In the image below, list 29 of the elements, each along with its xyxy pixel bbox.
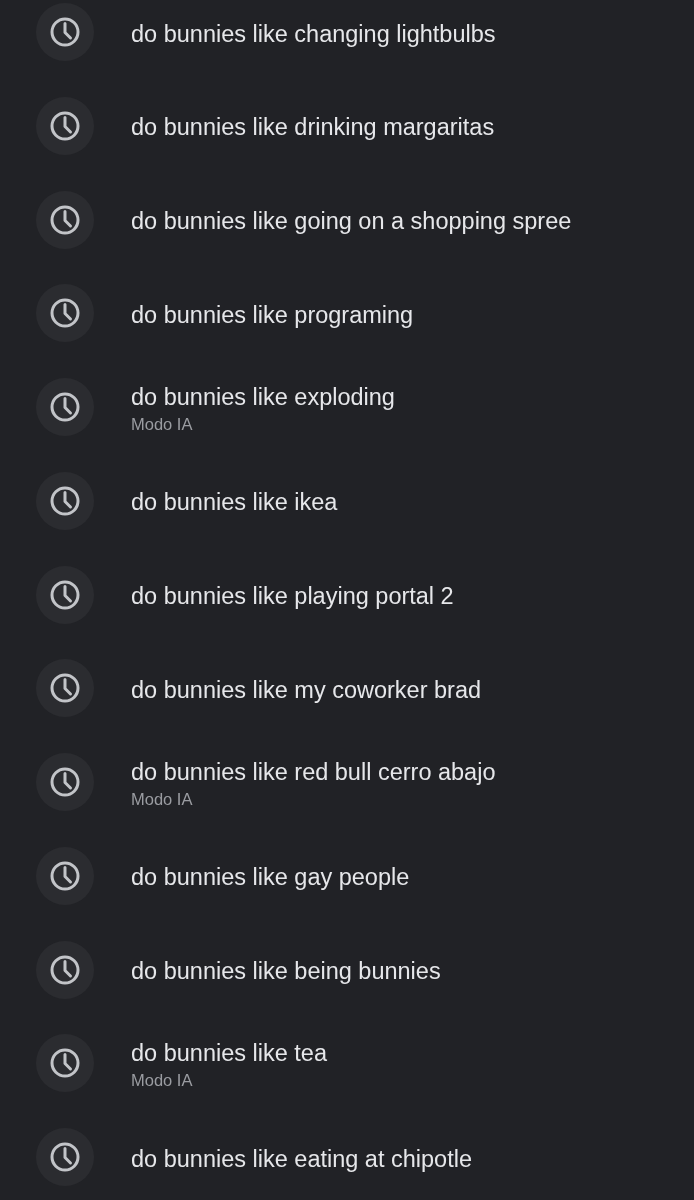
clock-icon xyxy=(36,846,94,905)
search-query[interactable]: do bunnies like gay people xyxy=(131,863,410,892)
mode-label: Modo IA xyxy=(131,789,194,809)
search-query[interactable]: do bunnies like exploding xyxy=(131,383,395,411)
search-query[interactable]: do bunnies like going on a shopping spree xyxy=(131,207,572,235)
mode-label: Modo IA xyxy=(131,414,194,434)
search-query[interactable]: do bunnies like changing lightbulbs xyxy=(131,19,496,48)
clock-icon xyxy=(36,3,94,61)
clock-icon xyxy=(36,96,94,155)
clock-icon xyxy=(36,1034,94,1093)
search-query[interactable]: do bunnies like my coworker brad xyxy=(131,675,482,704)
clock-icon xyxy=(36,471,94,530)
search-query[interactable]: do bunnies like red bull cerro abajo xyxy=(131,758,496,786)
clock-icon xyxy=(36,565,94,624)
clock-icon xyxy=(36,378,94,436)
clock-icon xyxy=(36,284,94,343)
mode-label: Modo IA xyxy=(131,1070,194,1091)
search-query[interactable]: do bunnies like programing xyxy=(131,300,414,329)
clock-icon xyxy=(36,753,94,811)
search-query[interactable]: do bunnies like eating at chipotle xyxy=(131,1144,472,1173)
clock-icon xyxy=(36,1128,94,1186)
clock-icon xyxy=(36,659,94,718)
search-query[interactable]: do bunnies like ikea xyxy=(131,488,338,517)
search-query[interactable]: do bunnies like tea xyxy=(131,1039,327,1068)
search-query[interactable]: do bunnies like playing portal 2 xyxy=(131,582,454,610)
search-query[interactable]: do bunnies like being bunnies xyxy=(131,957,441,985)
search-query[interactable]: do bunnies like drinking margaritas xyxy=(131,113,495,142)
clock-icon xyxy=(36,940,94,999)
clock-icon xyxy=(36,190,94,249)
